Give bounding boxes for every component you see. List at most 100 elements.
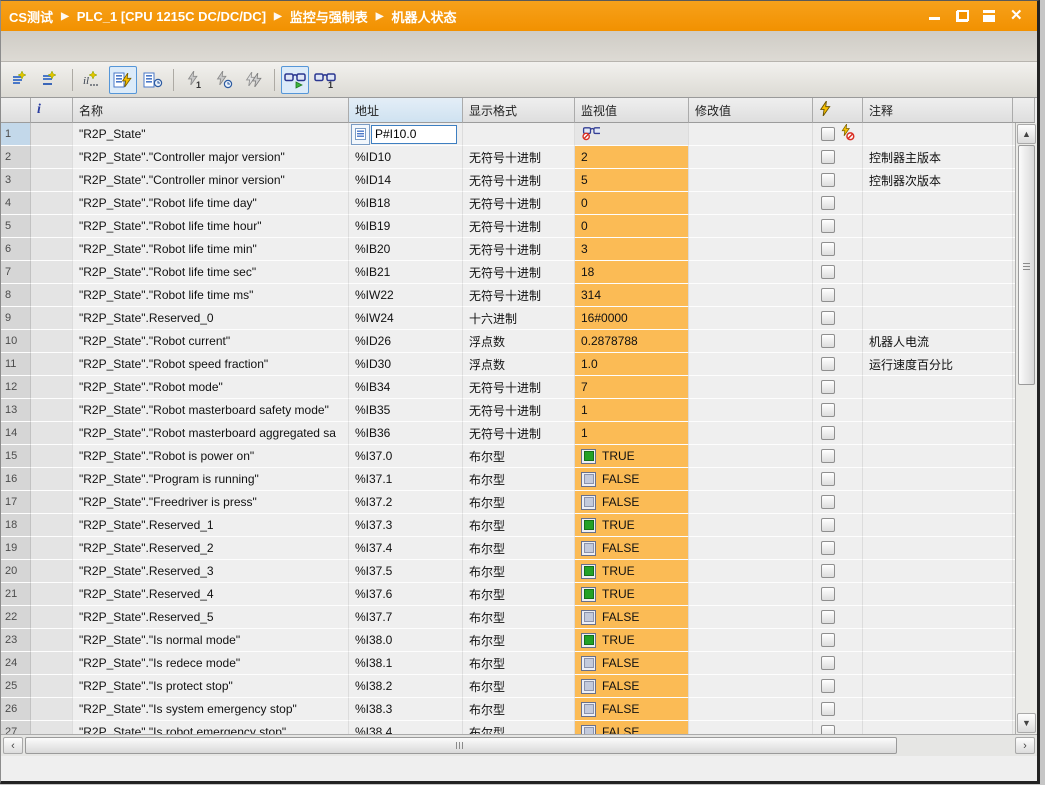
modify-enable-checkbox[interactable] [821,472,835,486]
address-cell[interactable]: %IB35 [349,399,463,422]
comment-cell[interactable] [863,698,1013,721]
format-cell[interactable]: 无符号十进制 [463,215,575,238]
format-cell[interactable]: 布尔型 [463,629,575,652]
format-cell[interactable]: 无符号十进制 [463,238,575,261]
format-cell[interactable]: 无符号十进制 [463,376,575,399]
modify-value-cell[interactable] [689,583,813,606]
force-button[interactable] [240,66,268,94]
comment-cell[interactable] [863,422,1013,445]
modify-enable-checkbox[interactable] [821,380,835,394]
format-column-header[interactable]: 显示格式 [463,98,575,123]
info-cell[interactable] [31,376,73,399]
info-cell[interactable] [31,675,73,698]
name-cell[interactable]: "R2P_State"."Robot is power on" [73,445,349,468]
comment-cell[interactable] [863,445,1013,468]
modify-trigger-button[interactable] [210,66,238,94]
name-cell[interactable]: "R2P_State"."Robot life time hour" [73,215,349,238]
modify-enable-checkbox[interactable] [821,150,835,164]
info-cell[interactable] [31,698,73,721]
monitor-value-cell[interactable]: 3 [575,238,689,261]
monitor-value-cell[interactable]: 314 [575,284,689,307]
scroll-up-icon[interactable]: ▲ [1017,124,1036,144]
name-cell[interactable]: "R2P_State"."Robot life time day" [73,192,349,215]
address-cell[interactable]: %I37.1 [349,468,463,491]
modify-value-cell[interactable] [689,353,813,376]
modify-value-cell[interactable] [689,560,813,583]
address-input[interactable] [371,125,457,144]
comment-cell[interactable] [863,491,1013,514]
format-cell[interactable]: 无符号十进制 [463,192,575,215]
format-cell[interactable]: 布尔型 [463,675,575,698]
comment-cell[interactable]: 控制器次版本 [863,169,1013,192]
address-cell[interactable]: %IB19 [349,215,463,238]
monitor-value-cell[interactable]: 1.0 [575,353,689,376]
vertical-scroll-thumb[interactable] [1018,145,1035,385]
name-cell[interactable]: "R2P_State"."Robot masterboard aggregate… [73,422,349,445]
comment-cell[interactable] [863,652,1013,675]
scroll-right-icon[interactable]: › [1015,737,1035,754]
monitor-value-cell[interactable]: FALSE [575,491,689,514]
name-cell[interactable]: "R2P_State"."Is protect stop" [73,675,349,698]
comment-cell[interactable]: 控制器主版本 [863,146,1013,169]
monitor-value-cell[interactable]: 1 [575,399,689,422]
modify-enable-checkbox[interactable] [821,288,835,302]
modify-enable-column-header[interactable] [813,98,863,123]
name-cell[interactable]: "R2P_State".Reserved_0 [73,307,349,330]
comment-cell[interactable] [863,560,1013,583]
name-cell[interactable]: "R2P_State"."Robot mode" [73,376,349,399]
monitor-value-cell[interactable]: 5 [575,169,689,192]
info-cell[interactable] [31,261,73,284]
address-cell[interactable]: %I37.5 [349,560,463,583]
comment-cell[interactable]: 机器人电流 [863,330,1013,353]
monitor-value-cell[interactable]: 16#0000 [575,307,689,330]
modify-enable-checkbox[interactable] [821,633,835,647]
address-column-header[interactable]: 地址 [349,98,463,123]
format-cell[interactable]: 布尔型 [463,468,575,491]
comment-cell[interactable] [863,215,1013,238]
comment-cell[interactable] [863,606,1013,629]
name-cell[interactable]: "R2P_State"."Robot life time sec" [73,261,349,284]
format-cell[interactable]: 无符号十进制 [463,146,575,169]
name-cell[interactable]: "R2P_State"."Controller minor version" [73,169,349,192]
info-cell[interactable] [31,652,73,675]
modify-value-cell[interactable] [689,330,813,353]
modify-enable-checkbox[interactable] [821,357,835,371]
info-cell[interactable] [31,445,73,468]
monitor-value-cell[interactable]: TRUE [575,629,689,652]
address-cell[interactable]: %IB36 [349,422,463,445]
monitor-value-cell[interactable]: 0.2878788 [575,330,689,353]
format-cell[interactable]: 浮点数 [463,330,575,353]
modify-value-cell[interactable] [689,146,813,169]
modify-value-cell[interactable] [689,698,813,721]
modify-column-header[interactable]: 修改值 [689,98,813,123]
name-cell[interactable]: "R2P_State"."Controller major version" [73,146,349,169]
name-cell[interactable]: "R2P_State".Reserved_3 [73,560,349,583]
format-cell[interactable]: 布尔型 [463,606,575,629]
name-cell[interactable]: "R2P_State".Reserved_1 [73,514,349,537]
modify-enable-checkbox[interactable] [821,242,835,256]
format-cell[interactable]: 无符号十进制 [463,399,575,422]
comment-cell[interactable] [863,307,1013,330]
address-cell[interactable]: %I37.2 [349,491,463,514]
monitor-value-cell[interactable]: FALSE [575,652,689,675]
info-cell[interactable] [31,307,73,330]
format-cell[interactable]: 无符号十进制 [463,284,575,307]
address-cell[interactable]: %I38.0 [349,629,463,652]
info-cell[interactable] [31,606,73,629]
name-cell[interactable]: "R2P_State"."Program is running" [73,468,349,491]
minimize-icon[interactable] [929,10,942,22]
name-cell[interactable]: "R2P_State"."Robot life time min" [73,238,349,261]
format-cell[interactable]: 布尔型 [463,652,575,675]
vertical-scrollbar[interactable]: ▲ ▼ [1015,123,1037,734]
modify-enable-checkbox[interactable] [821,564,835,578]
maximize-icon[interactable] [983,10,996,22]
monitor-value-cell[interactable]: 0 [575,192,689,215]
format-cell[interactable]: 十六进制 [463,307,575,330]
comment-column-header[interactable]: 注释 [863,98,1013,123]
comment-cell[interactable] [863,468,1013,491]
modify-value-cell[interactable] [689,192,813,215]
format-cell[interactable]: 布尔型 [463,698,575,721]
address-cell[interactable]: %I38.2 [349,675,463,698]
name-cell[interactable]: "R2P_State"."Robot life time ms" [73,284,349,307]
modify-value-cell[interactable] [689,491,813,514]
